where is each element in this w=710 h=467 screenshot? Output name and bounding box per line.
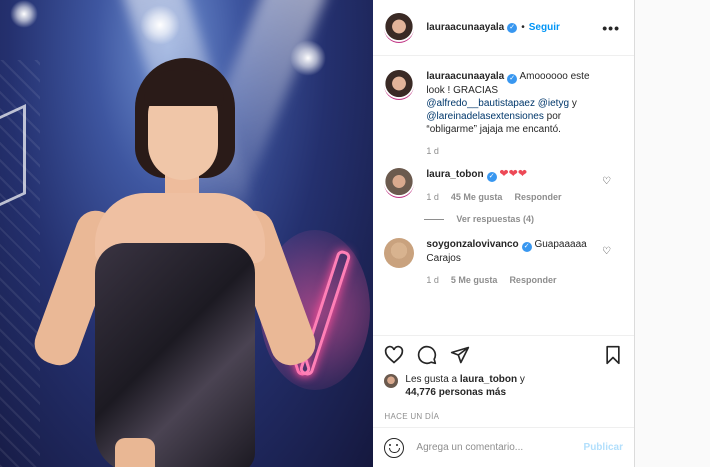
comment-meta: 1 d 5 Me gusta Responder [426, 274, 606, 287]
liker-avatar[interactable] [384, 374, 399, 388]
commenter-avatar[interactable] [384, 168, 415, 198]
heart-icon[interactable] [384, 345, 404, 365]
follow-button[interactable]: Seguir [529, 22, 560, 33]
caption-username[interactable]: lauraacunaayala [426, 71, 504, 82]
caption-avatar[interactable] [384, 70, 415, 100]
share-icon[interactable] [450, 345, 470, 365]
stage-spotlight [10, 0, 38, 28]
likes-summary: Les gusta a laura_tobon y 44,776 persona… [373, 373, 634, 405]
caption-mention[interactable]: @alfredo__bautistapaez [426, 98, 535, 109]
caption-mention[interactable]: @lareinadelasextensiones [426, 111, 543, 122]
author-username[interactable]: lauraacunaayala [426, 22, 504, 33]
verified-icon: ✓ [507, 74, 518, 84]
comment-like-heart-icon[interactable]: ♡ [602, 246, 611, 257]
caption-connector: y [571, 98, 577, 109]
likes-connector: y [519, 374, 525, 385]
comment-time[interactable]: 1 d [426, 191, 439, 204]
replies-line [424, 218, 445, 220]
publish-button[interactable]: Publicar [584, 442, 623, 453]
likes-prefix: Les gusta a [405, 374, 458, 385]
caption-time[interactable]: 1 d [426, 145, 439, 158]
comment-icon[interactable] [417, 345, 437, 365]
leg [115, 438, 155, 467]
comment-item: soygonzalovivanco ✓ Guapaaaaa Carajos 1 d… [384, 238, 623, 287]
comment-body: laura_tobon ✓ ❤❤❤ 1 d 45 Me gusta Respond… [426, 168, 606, 204]
comment-item: laura_tobon ✓ ❤❤❤ 1 d 45 Me gusta Respond… [384, 168, 623, 204]
woman-figure [28, 58, 322, 467]
author-avatar[interactable] [384, 12, 415, 43]
view-replies-label: Ver respuestas (4) [456, 214, 534, 224]
leather-dress [95, 243, 255, 467]
comment-input[interactable] [416, 442, 584, 453]
stage-spotlight [140, 5, 180, 45]
add-comment-bar: Publicar [373, 427, 634, 467]
post-photo[interactable] [0, 0, 374, 467]
comments-list[interactable]: lauraacunaayala ✓ Amoooooo este look ! GR… [373, 56, 634, 335]
separator-dot: • [521, 22, 525, 33]
post-timestamp[interactable]: HACE UN DÍA [373, 405, 634, 427]
reply-button[interactable]: Responder [514, 191, 561, 204]
view-replies-button[interactable]: Ver respuestas (4) [424, 214, 623, 224]
caption-meta: 1 d [426, 145, 606, 158]
verified-icon: ✓ [486, 172, 497, 182]
comment-likes[interactable]: 5 Me gusta [451, 274, 498, 287]
likes-text: Les gusta a laura_tobon y 44,776 persona… [405, 373, 525, 399]
verified-icon: ✓ [507, 22, 518, 33]
caption-body: lauraacunaayala ✓ Amoooooo este look ! GR… [426, 70, 606, 158]
comment-time[interactable]: 1 d [426, 274, 439, 287]
commenter-username[interactable]: laura_tobon [426, 169, 483, 180]
action-bar [373, 335, 634, 373]
comment-body: soygonzalovivanco ✓ Guapaaaaa Carajos 1 d… [426, 238, 606, 287]
bookmark-icon[interactable] [603, 345, 623, 365]
caption-mention[interactable]: @ietyg [538, 98, 569, 109]
emoji-icon[interactable] [384, 437, 405, 458]
commenter-username[interactable]: soygonzalovivanco [426, 239, 518, 250]
post-modal: lauraacunaayala ✓ • Seguir ••• lauraacun… [0, 0, 635, 467]
likes-count[interactable]: 44,776 personas más [405, 387, 506, 398]
more-icon[interactable]: ••• [602, 20, 620, 36]
liker-username[interactable]: laura_tobon [460, 374, 517, 385]
post-sidebar: lauraacunaayala ✓ • Seguir ••• lauraacun… [373, 0, 634, 467]
caption: lauraacunaayala ✓ Amoooooo este look ! GR… [384, 70, 623, 158]
reply-button[interactable]: Responder [509, 274, 556, 287]
comment-text: ❤❤❤ [499, 168, 528, 180]
post-header: lauraacunaayala ✓ • Seguir ••• [373, 0, 634, 56]
stage-light-frame [0, 103, 26, 207]
comment-like-heart-icon[interactable]: ♡ [602, 176, 611, 187]
verified-icon: ✓ [521, 242, 532, 252]
commenter-avatar[interactable] [384, 238, 415, 268]
comment-meta: 1 d 45 Me gusta Responder [426, 191, 606, 204]
comment-likes[interactable]: 45 Me gusta [451, 191, 503, 204]
